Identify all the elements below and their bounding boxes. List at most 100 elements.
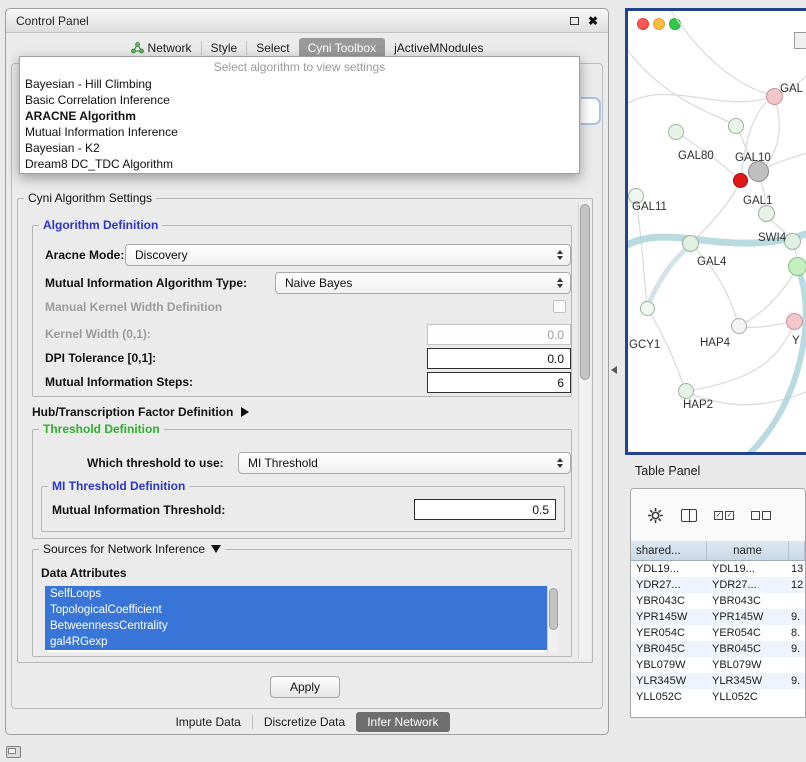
list-item[interactable]: gal4RGexp [45, 634, 547, 650]
tab-impute-data[interactable]: Impute Data [164, 712, 251, 732]
mi-threshold-definition-title: MI Threshold Definition [48, 479, 189, 493]
mi-threshold-field[interactable]: 0.5 [414, 499, 556, 520]
algorithm-combo-fragment[interactable] [581, 97, 601, 125]
cell [789, 657, 805, 673]
table-panel: ✓✓ shared... name YDL19...YDL19...13 YDR… [630, 488, 806, 718]
dropdown-item-bayesian-k2[interactable]: Bayesian - K2 [20, 140, 579, 156]
cell: YBR045C [707, 641, 789, 657]
table-row[interactable]: YBR045CYBR045C9. [631, 641, 805, 657]
table-row[interactable]: YPR145WYPR145W9. [631, 609, 805, 625]
dropdown-item-mutual-information[interactable]: Mutual Information Inference [20, 124, 579, 140]
tab-style[interactable]: Style [202, 38, 247, 58]
tab-discretize-data[interactable]: Discretize Data [253, 712, 356, 732]
table-row[interactable]: YBR043CYBR043C [631, 593, 805, 609]
network-node-red[interactable] [733, 173, 748, 188]
tab-jactivemnodules[interactable]: jActiveMNodules [385, 38, 492, 58]
cell: 12 [789, 577, 805, 593]
cell: 9. [789, 673, 805, 689]
panel-splitter-arrow[interactable] [611, 366, 617, 374]
bottom-left-panel-icon[interactable] [6, 746, 21, 758]
control-panel-window: Control Panel ✖ Network Style Select Cyn… [5, 8, 609, 735]
tab-network[interactable]: Network [122, 38, 201, 58]
manual-kernel-width-checkbox[interactable] [553, 300, 566, 313]
cell: 8. [789, 625, 805, 641]
cell: YBL079W [631, 657, 707, 673]
network-node[interactable] [728, 118, 744, 134]
network-node-green[interactable] [788, 257, 806, 276]
cell: YBR045C [631, 641, 707, 657]
table-row[interactable]: YER054CYER054C8. [631, 625, 805, 641]
network-node-gray[interactable] [748, 161, 769, 182]
sources-group-title[interactable]: Sources for Network Inference [39, 542, 225, 556]
hub-definition-toggle[interactable]: Hub/Transcription Factor Definition [32, 405, 249, 419]
network-node[interactable] [668, 124, 684, 140]
mi-steps-label: Mutual Information Steps: [45, 375, 193, 389]
network-node[interactable] [682, 235, 699, 252]
node-label: GAL [780, 83, 803, 95]
unchecked-box-icon [751, 511, 760, 520]
network-node[interactable] [784, 233, 801, 250]
sources-group: Sources for Network Inference Data Attri… [32, 549, 572, 657]
table-toolbar: ✓✓ [631, 489, 805, 541]
close-window-icon[interactable]: ✖ [588, 15, 598, 27]
list-item[interactable]: TopologicalCoefficient [45, 602, 547, 618]
dropdown-item-dream8[interactable]: Dream8 DC_TDC Algorithm [20, 156, 579, 172]
network-node[interactable] [731, 318, 747, 334]
cell: YLL052C [631, 689, 707, 705]
dropdown-item-basic-correlation[interactable]: Basic Correlation Inference [20, 92, 579, 108]
column-header-cut[interactable] [789, 541, 805, 560]
list-item[interactable]: SelfLoops [45, 586, 547, 602]
apply-button[interactable]: Apply [270, 676, 340, 698]
cell: YPR145W [631, 609, 707, 625]
column-header-shared-name[interactable]: shared... [631, 541, 707, 560]
tab-infer-network[interactable]: Infer Network [356, 712, 449, 732]
list-item[interactable]: BetweennessCentrality [45, 618, 547, 634]
deselect-all-columns-button[interactable] [751, 511, 771, 520]
cell: YLR345W [707, 673, 789, 689]
mi-algorithm-type-select[interactable]: Naive Bayes [275, 272, 571, 294]
tab-cyni-toolbox[interactable]: Cyni Toolbox [299, 38, 385, 58]
dropdown-item-aracne[interactable]: ARACNE Algorithm [20, 108, 579, 124]
which-threshold-select[interactable]: MI Threshold [238, 452, 571, 474]
settings-scrollbar[interactable] [578, 202, 591, 659]
attributes-list-scrollbar[interactable] [547, 586, 559, 652]
cell: YER054C [707, 625, 789, 641]
which-threshold-label: Which threshold to use: [87, 456, 224, 470]
cell: 13 [789, 561, 805, 577]
mi-steps-field[interactable]: 6 [427, 372, 571, 393]
network-node[interactable] [758, 205, 775, 222]
settings-scrollbar-thumb[interactable] [580, 204, 590, 380]
network-node[interactable] [678, 383, 694, 399]
algorithm-definition-group: Algorithm Definition Aracne Mode: Discov… [32, 225, 572, 397]
column-header-name[interactable]: name [707, 541, 789, 560]
dpi-tolerance-field[interactable]: 0.0 [427, 348, 571, 369]
kernel-width-field[interactable]: 0.0 [427, 324, 571, 345]
settings-group-title: Cyni Algorithm Settings [24, 191, 156, 205]
table-body: YDL19...YDL19...13 YDR27...YDR27...12 YB… [631, 561, 805, 705]
checked-box-icon: ✓ [725, 511, 734, 520]
dropdown-item-bayesian-hill-climbing[interactable]: Bayesian - Hill Climbing [20, 76, 579, 92]
kernel-width-label: Kernel Width (0,1): [45, 327, 151, 341]
select-all-columns-button[interactable]: ✓✓ [714, 511, 734, 520]
float-window-icon[interactable] [570, 17, 579, 25]
network-node[interactable] [640, 301, 655, 316]
dpi-tolerance-label: DPI Tolerance [0,1]: [45, 351, 156, 365]
table-row[interactable]: YDR27...YDR27...12 [631, 577, 805, 593]
table-row[interactable]: YDL19...YDL19...13 [631, 561, 805, 577]
table-row[interactable]: YLR345WYLR345W9. [631, 673, 805, 689]
cell: YDR27... [631, 577, 707, 593]
attributes-list-scrollbar-thumb[interactable] [549, 588, 558, 630]
aracne-mode-select[interactable]: Discovery [125, 244, 571, 266]
cell: YPR145W [707, 609, 789, 625]
show-columns-button[interactable] [681, 509, 697, 522]
network-node-pink[interactable] [786, 313, 803, 330]
mi-algorithm-type-label: Mutual Information Algorithm Type: [45, 276, 247, 290]
collapse-arrow-icon [211, 545, 221, 553]
table-row[interactable]: YBL079WYBL079W [631, 657, 805, 673]
tab-select[interactable]: Select [247, 38, 298, 58]
control-panel-titlebar: Control Panel ✖ [6, 9, 608, 33]
mi-threshold-value: 0.5 [532, 503, 549, 517]
table-options-gear-button[interactable] [647, 507, 664, 524]
table-row[interactable]: YLL052CYLL052C [631, 689, 805, 705]
node-label: Y [792, 335, 800, 347]
